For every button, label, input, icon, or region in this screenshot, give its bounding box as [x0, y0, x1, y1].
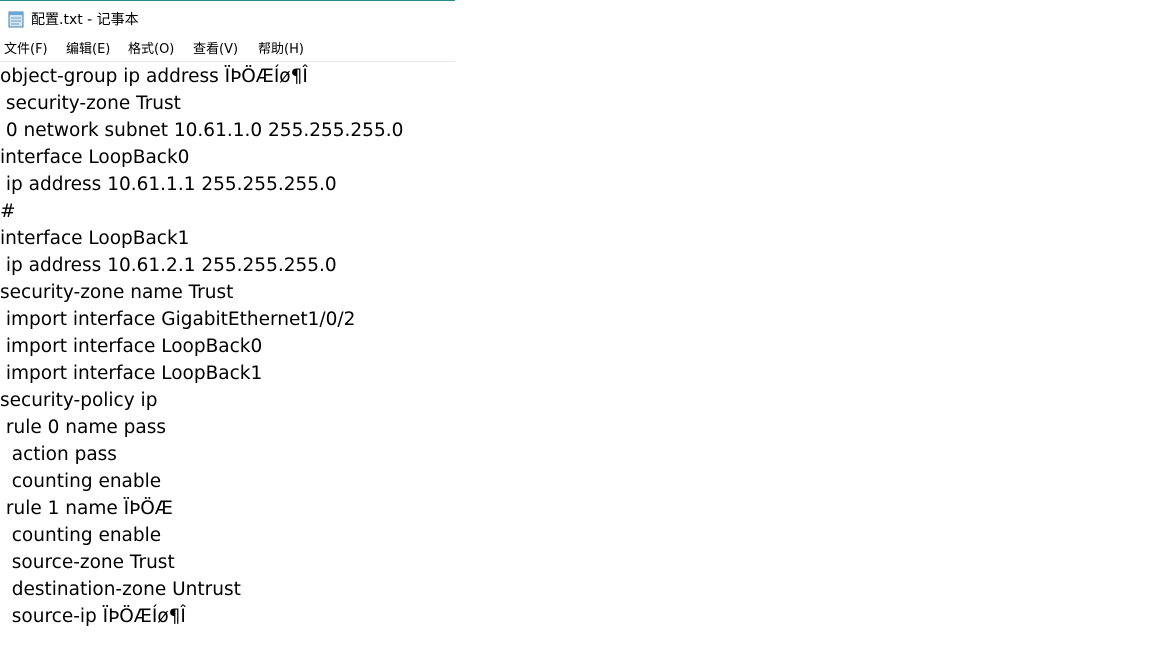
text-line: import interface LoopBack1 [0, 363, 263, 384]
menu-edit[interactable]: 编辑(E) [66, 41, 110, 59]
text-line: counting enable [0, 471, 162, 492]
text-line: rule 0 name pass [0, 417, 166, 438]
window-title: 配置.txt - 记事本 [31, 12, 139, 28]
menu-bar: 文件(F) 编辑(E) 格式(O) 查看(V) 帮助(H) [0, 38, 455, 62]
text-line: source-ip ÏÞÖÆÍø¶Î [0, 606, 186, 627]
text-line: security-zone name Trust [0, 282, 234, 303]
notepad-window: 配置.txt - 记事本 文件(F) 编辑(E) 格式(O) 查看(V) 帮助(… [0, 0, 455, 648]
menu-file[interactable]: 文件(F) [4, 41, 48, 59]
text-line: action pass [0, 444, 117, 465]
menu-format[interactable]: 格式(O) [128, 41, 174, 59]
text-editor[interactable]: object-group ip address ÏÞÖÆÍø¶Î securit… [0, 63, 455, 648]
text-line: interface LoopBack1 [0, 228, 190, 249]
notepad-icon [8, 11, 24, 28]
text-line: object-group ip address ÏÞÖÆÍø¶Î [0, 66, 308, 87]
text-line: 0 network subnet 10.61.1.0 255.255.255.0 [0, 120, 404, 141]
text-line: destination-zone Untrust [0, 579, 241, 600]
text-line: ip address 10.61.2.1 255.255.255.0 [0, 255, 337, 276]
text-line: interface LoopBack0 [0, 147, 190, 168]
text-line: # [0, 201, 16, 222]
text-line: ip address 10.61.1.1 255.255.255.0 [0, 174, 337, 195]
text-line: security-zone Trust [0, 93, 181, 114]
text-line: counting enable [0, 525, 162, 546]
text-line: security-policy ip [0, 390, 158, 411]
text-line: import interface LoopBack0 [0, 336, 263, 357]
text-line: source-zone Trust [0, 552, 175, 573]
menu-help[interactable]: 帮助(H) [258, 41, 304, 59]
text-line: import interface GigabitEthernet1/0/2 [0, 309, 356, 330]
title-bar[interactable]: 配置.txt - 记事本 [0, 0, 455, 36]
text-line: rule 1 name ÏÞÖÆ [0, 498, 173, 519]
menu-view[interactable]: 查看(V) [193, 41, 238, 59]
